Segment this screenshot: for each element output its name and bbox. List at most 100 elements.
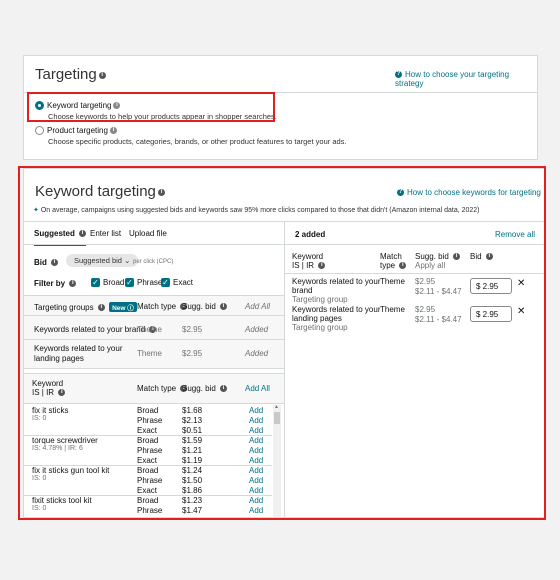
- match-type-header: Match type i: [137, 384, 188, 393]
- add-all-groups-button[interactable]: Add All: [245, 302, 270, 311]
- keyword-match-type: Broad: [137, 436, 159, 445]
- keyword-name: fixit sticks tool kit: [32, 496, 92, 505]
- per-click-label: per click (CPC): [133, 259, 174, 265]
- info-icon: i: [453, 253, 461, 261]
- info-icon[interactable]: i: [98, 71, 106, 79]
- keyword-match-type: Phrase: [137, 416, 163, 425]
- bid-input[interactable]: $ 2.95: [470, 306, 512, 322]
- group-row-landing-name: Keywords related to your landing pages: [34, 344, 123, 363]
- tab-upload-file[interactable]: Upload file: [129, 229, 167, 238]
- keyword-sugg-bid: $1.19: [182, 456, 203, 465]
- product-targeting-option[interactable]: Product targeting i Choose specific produ…: [35, 126, 347, 146]
- divider: [24, 373, 284, 374]
- group-row-status: Added: [245, 349, 269, 358]
- add-all-keywords-button[interactable]: Add All: [245, 384, 270, 393]
- group-row-bid: $2.95: [182, 349, 203, 358]
- keyword-targeting-card: Keyword targeting i ? How to choose keywor…: [23, 168, 545, 518]
- scrollbar-thumb[interactable]: [274, 412, 280, 424]
- remove-icon[interactable]: ✕: [517, 278, 525, 289]
- added-match-type: Theme: [380, 277, 405, 286]
- add-keyword-button[interactable]: Add: [249, 476, 263, 485]
- bid-type-select[interactable]: Suggested bid ⌄: [66, 254, 139, 267]
- add-keyword-button[interactable]: Add: [249, 506, 263, 515]
- radio-selected-icon[interactable]: [35, 101, 44, 111]
- keyword-sugg-bid: $1.59: [182, 436, 203, 445]
- targeting-card: Targeting i ? How to choose your targeting…: [23, 55, 538, 160]
- radio-unselected-icon[interactable]: [35, 126, 44, 136]
- info-icon: i: [58, 389, 66, 397]
- keyword-match-type: Phrase: [137, 506, 163, 515]
- keyword-sugg-bid: $2.13: [182, 416, 203, 425]
- panel-divider: [284, 221, 285, 518]
- info-icon: i: [113, 102, 121, 110]
- divider: [24, 295, 284, 296]
- added-bid-header: Bid i: [470, 252, 493, 261]
- remove-all-button[interactable]: Remove all: [495, 230, 535, 239]
- added-keyword-group: Targeting group: [292, 295, 348, 304]
- keyword-metric: IS: 0: [32, 415, 47, 422]
- group-row-status: Added: [245, 325, 269, 334]
- filter-phrase-checkbox[interactable]: ✓ Phrase: [125, 278, 162, 288]
- keyword-sugg-bid: $1.47: [182, 506, 203, 515]
- apply-all-link[interactable]: Apply all: [415, 261, 460, 270]
- keyword-sugg-bid: $0.51: [182, 426, 203, 435]
- keyword-metric: IS: 4.78% | IR: 6: [32, 445, 83, 452]
- keyword-match-type: Broad: [137, 496, 159, 505]
- add-keyword-button[interactable]: Add: [249, 406, 263, 415]
- add-keyword-button[interactable]: Add: [249, 446, 263, 455]
- group-row-type: Theme: [137, 325, 162, 334]
- keyword-match-type: Phrase: [137, 476, 163, 485]
- added-keyword-line2: landing pages: [292, 314, 342, 323]
- targeting-strategy-help-link[interactable]: ? How to choose your targeting strategy: [395, 70, 537, 88]
- add-keyword-button[interactable]: Add: [249, 496, 263, 505]
- divider: [24, 339, 284, 340]
- sugg-bid-header: Sugg. bid i: [182, 302, 228, 311]
- keyword-match-type: Exact: [137, 486, 158, 495]
- info-icon: i: [318, 262, 326, 270]
- chevron-down-icon: ⌄: [124, 256, 131, 265]
- targeting-groups-header: Targeting groups i New ⓘ: [34, 302, 137, 312]
- keyword-name: fix it sticks gun tool kit: [32, 466, 110, 475]
- add-keyword-button[interactable]: Add: [249, 436, 263, 445]
- added-match-type-header: Match type i: [380, 252, 407, 270]
- added-sugg-bid: $2.95: [415, 277, 436, 286]
- keyword-name: torque screwdriver: [32, 436, 98, 445]
- add-keyword-button[interactable]: Add: [249, 456, 263, 465]
- keyword-match-type: Broad: [137, 406, 159, 415]
- sugg-bid-header: Sugg. bid i: [182, 384, 228, 393]
- filter-broad-checkbox[interactable]: ✓ Broad: [91, 278, 124, 288]
- added-keyword-line2: brand: [292, 286, 313, 295]
- add-keyword-button[interactable]: Add: [249, 486, 263, 495]
- keyword-help-link[interactable]: ? How to choose keywords for targeting: [397, 188, 541, 197]
- keyword-targeting-option[interactable]: Keyword targeting i Choose keywords to he…: [35, 101, 277, 121]
- checkbox-checked-icon: ✓: [161, 278, 170, 288]
- add-keyword-button[interactable]: Add: [249, 416, 263, 425]
- divider: [285, 273, 544, 274]
- add-keyword-button[interactable]: Add: [249, 426, 263, 435]
- suggestion-note: ✦ On average, campaigns using suggested …: [33, 207, 480, 214]
- keyword-match-type: Broad: [137, 466, 159, 475]
- divider: [285, 244, 544, 245]
- remove-icon[interactable]: ✕: [517, 306, 525, 317]
- filter-exact-checkbox[interactable]: ✓ Exact: [161, 278, 193, 288]
- info-icon: i: [485, 253, 493, 261]
- add-keyword-button[interactable]: Add: [249, 466, 263, 475]
- keyword-column-header: Keyword IS | IR i: [32, 379, 66, 397]
- new-badge: New ⓘ: [109, 302, 137, 312]
- keyword-sugg-bid: $1.24: [182, 466, 203, 475]
- info-icon: i: [51, 259, 59, 267]
- group-row-type: Theme: [137, 349, 162, 358]
- added-bid-range: $2.11 - $4.47: [415, 315, 462, 324]
- info-icon: i: [220, 303, 228, 311]
- divider: [24, 92, 537, 93]
- bid-value: 2.95: [482, 310, 499, 319]
- tab-enter-list[interactable]: Enter list: [90, 229, 121, 238]
- keyword-name: fix it sticks: [32, 406, 69, 415]
- scroll-up-icon[interactable]: ▲: [274, 404, 279, 410]
- bid-input[interactable]: $ 2.95: [470, 278, 512, 294]
- info-icon: i: [220, 385, 228, 393]
- keyword-sugg-bid: $1.23: [182, 496, 203, 505]
- group-row-bid: $2.95: [182, 325, 203, 334]
- info-icon[interactable]: i: [157, 188, 165, 196]
- keyword-sugg-bid: $1.21: [182, 446, 203, 455]
